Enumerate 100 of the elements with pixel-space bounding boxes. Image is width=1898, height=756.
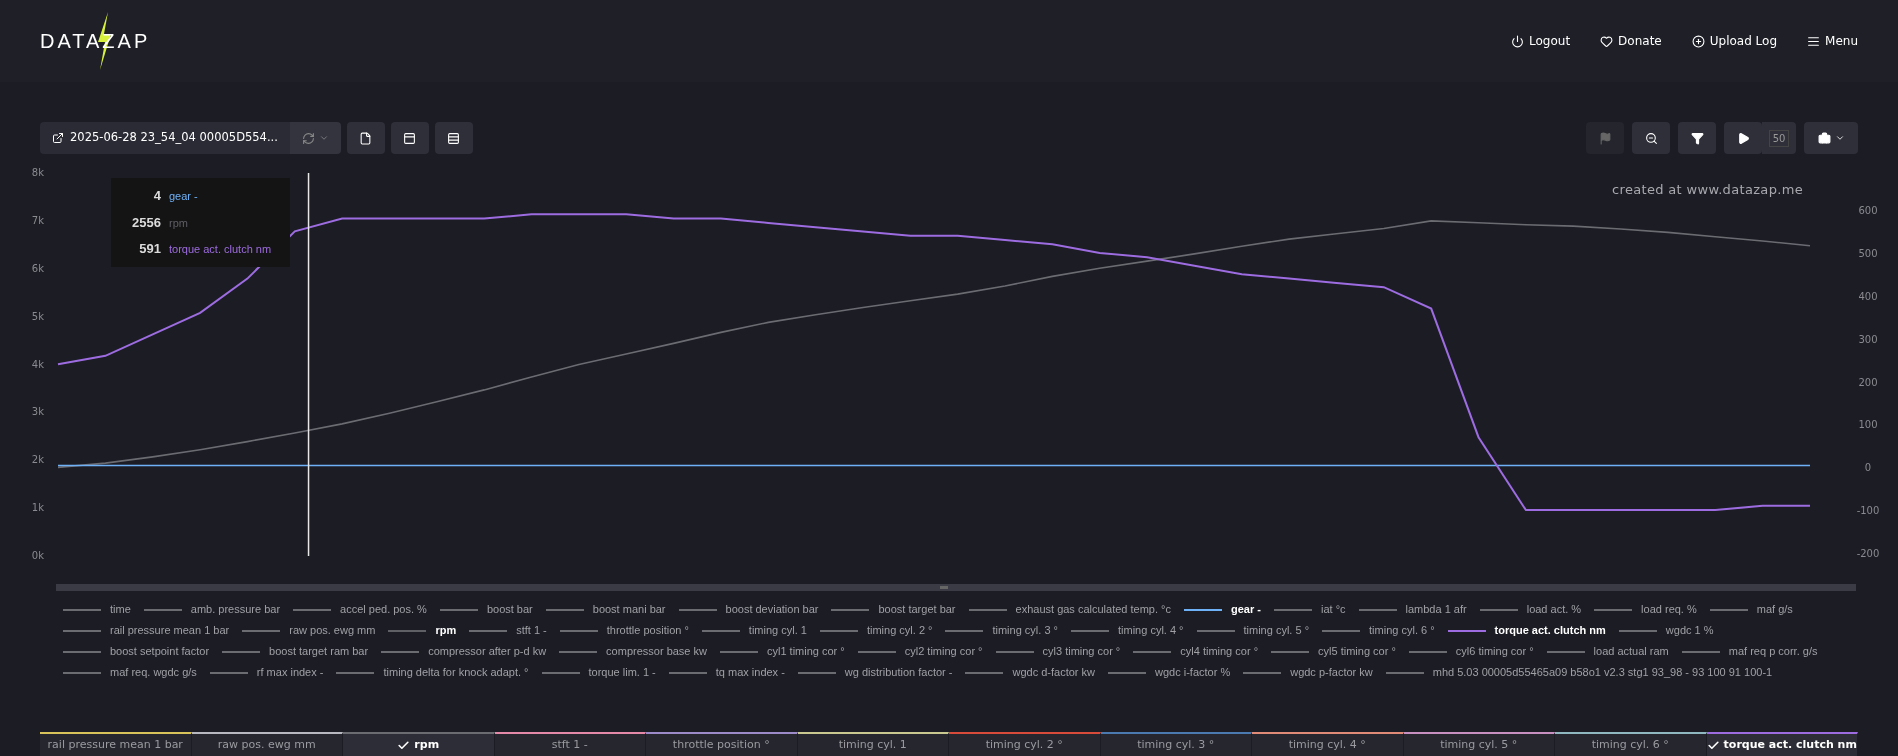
legend-item[interactable]: timing delta for knock adapt. °: [336, 664, 529, 681]
legend-item[interactable]: iat °c: [1273, 601, 1346, 618]
play-icon: [1736, 131, 1750, 145]
legend-item[interactable]: wgdc 1 %: [1618, 622, 1714, 639]
channel-tab[interactable]: timing cyl. 5 °: [1403, 732, 1555, 756]
legend-item[interactable]: throttle position °: [559, 622, 689, 639]
channel-tab[interactable]: timing cyl. 3 °: [1100, 732, 1252, 756]
tooltip-label: gear -: [169, 189, 198, 204]
channel-tab[interactable]: timing cyl. 4 °: [1252, 732, 1404, 756]
channel-tab[interactable]: timing cyl. 1: [797, 732, 949, 756]
legend-item[interactable]: load actual ram: [1546, 643, 1669, 660]
legend-item[interactable]: boost target ram bar: [222, 643, 369, 660]
rows-icon: [447, 131, 461, 145]
legend-item[interactable]: maf req p corr. g/s: [1681, 643, 1818, 660]
briefcase-icon: [1817, 131, 1831, 145]
legend-item[interactable]: gear -: [1184, 601, 1261, 618]
legend-item[interactable]: rpm: [388, 622, 457, 639]
check-icon: [1706, 738, 1720, 752]
channel-tab[interactable]: torque act. clutch nm: [1706, 732, 1858, 756]
legend-item[interactable]: torque lim. 1 -: [541, 664, 656, 681]
menu-icon: [1807, 34, 1821, 48]
legend-item[interactable]: boost deviation bar: [678, 601, 819, 618]
legend-item[interactable]: wgdc i-factor %: [1108, 664, 1231, 681]
legend-item[interactable]: compressor base kw: [559, 643, 707, 660]
channel-tab[interactable]: stft 1 -: [494, 732, 646, 756]
nav-link[interactable]: Donate: [1600, 32, 1662, 50]
play-button[interactable]: [1724, 122, 1762, 154]
legend-item[interactable]: cyl1 timing cor °: [720, 643, 845, 660]
legend-item[interactable]: timing cyl. 4 °: [1071, 622, 1184, 639]
file-icon: [359, 131, 373, 145]
channel-tab[interactable]: rpm: [343, 732, 495, 756]
tooltip-value: 591: [138, 240, 161, 258]
legend-item[interactable]: amb. pressure bar: [143, 601, 281, 618]
axis-tick-label: 0k: [31, 550, 44, 561]
legend-item[interactable]: boost mani bar: [545, 601, 666, 618]
legend-item[interactable]: mhd 5.03 00005d55465a09 b58o1 v2.3 stg1 93_98 - 93 100 91 100-1: [1385, 664, 1773, 681]
axis-tick-label: 200: [1858, 376, 1878, 388]
caret-icon: [318, 133, 329, 143]
nav-link[interactable]: Upload Log: [1691, 32, 1778, 50]
axis-tick-label: 500: [1858, 247, 1878, 259]
legend-item[interactable]: cyl4 timing cor °: [1133, 643, 1259, 660]
rows-button[interactable]: [434, 122, 473, 154]
legend-item[interactable]: stft 1 -: [469, 622, 547, 639]
channel-tab[interactable]: timing cyl. 6 °: [1555, 732, 1707, 756]
channel-tab[interactable]: raw pos. ewg mm: [191, 732, 343, 756]
legend-item[interactable]: timing cyl. 5 °: [1196, 622, 1310, 639]
legend-item[interactable]: load req. %: [1594, 601, 1697, 618]
legend-item[interactable]: cyl5 timing cor °: [1271, 643, 1396, 660]
legend-item[interactable]: timing cyl. 6 °: [1322, 622, 1435, 639]
legend-item[interactable]: cyl6 timing cor °: [1408, 643, 1534, 660]
legend-item[interactable]: rf max index -: [209, 664, 324, 681]
zoom-button[interactable]: [1632, 122, 1670, 154]
legend-item[interactable]: timing cyl. 3 °: [945, 622, 1058, 639]
nav-link[interactable]: Menu: [1807, 32, 1858, 50]
legend-item[interactable]: wgdc p-factor kw: [1243, 664, 1373, 681]
legend-item[interactable]: boost setpoint factor: [63, 643, 210, 660]
horizontal-scrollbar[interactable]: [56, 584, 1856, 591]
legend-item[interactable]: wgdc d-factor kw: [965, 664, 1095, 681]
legend-item[interactable]: compressor after p-d kw: [381, 643, 547, 660]
legend-item[interactable]: wg distribution factor -: [797, 664, 953, 681]
legend-item[interactable]: torque act. clutch nm: [1447, 622, 1606, 639]
legend-item[interactable]: boost bar: [439, 601, 533, 618]
nav-link[interactable]: Logout: [1511, 32, 1571, 50]
filter-icon: [1690, 131, 1704, 145]
heart-icon: [1600, 34, 1614, 48]
filter-button[interactable]: [1678, 122, 1716, 154]
speed-field[interactable]: 50: [1762, 122, 1796, 154]
file-button[interactable]: [346, 122, 385, 154]
toolbox-dropdown-button[interactable]: [1804, 122, 1858, 154]
legend-item[interactable]: accel ped. pos. %: [293, 601, 427, 618]
legend-item[interactable]: lambda 1 afr: [1358, 601, 1467, 618]
legend-item[interactable]: exhaust gas calculated temp. °c: [968, 601, 1171, 618]
axis-tick-label: 7k: [31, 214, 44, 226]
legend-item[interactable]: tq max index -: [668, 664, 785, 681]
legend-item[interactable]: maf req. wgdc g/s: [63, 664, 197, 681]
channel-tab[interactable]: timing cyl. 2 °: [949, 732, 1101, 756]
channel-tab[interactable]: throttle position °: [646, 732, 798, 756]
legend-item[interactable]: boost target bar: [831, 601, 956, 618]
log-file-button[interactable]: 2025-06-28 23_54_04 00005D554...: [40, 122, 290, 154]
tooltip-value: 2556: [131, 213, 161, 232]
legend-item[interactable]: raw pos. ewg mm: [242, 622, 376, 639]
legend-item[interactable]: maf g/s: [1709, 601, 1793, 618]
zoom-out-icon: [1644, 131, 1658, 145]
panel-button[interactable]: [390, 122, 429, 154]
legend-item[interactable]: timing cyl. 2 °: [819, 622, 933, 639]
axis-tick-label: 300: [1858, 333, 1878, 345]
refresh-dropdown-button[interactable]: [289, 122, 341, 154]
channel-tab[interactable]: rail pressure mean 1 bar: [40, 732, 192, 756]
legend-item[interactable]: cyl2 timing cor °: [857, 643, 983, 660]
axis-tick-label: -200: [1856, 548, 1880, 559]
legend-item[interactable]: load act. %: [1479, 601, 1582, 618]
legend-item[interactable]: timing cyl. 1: [701, 622, 807, 639]
tooltip-label: torque act. clutch nm: [169, 242, 272, 257]
external-link-icon: [52, 132, 64, 144]
legend-item[interactable]: rail pressure mean 1 bar: [63, 622, 230, 639]
flag-icon: [1598, 131, 1612, 145]
watermark: created at www.datazap.me: [1612, 181, 1803, 199]
legend-item[interactable]: cyl3 timing cor °: [995, 643, 1121, 660]
panel-icon: [403, 131, 417, 145]
legend-item[interactable]: time: [63, 601, 131, 618]
